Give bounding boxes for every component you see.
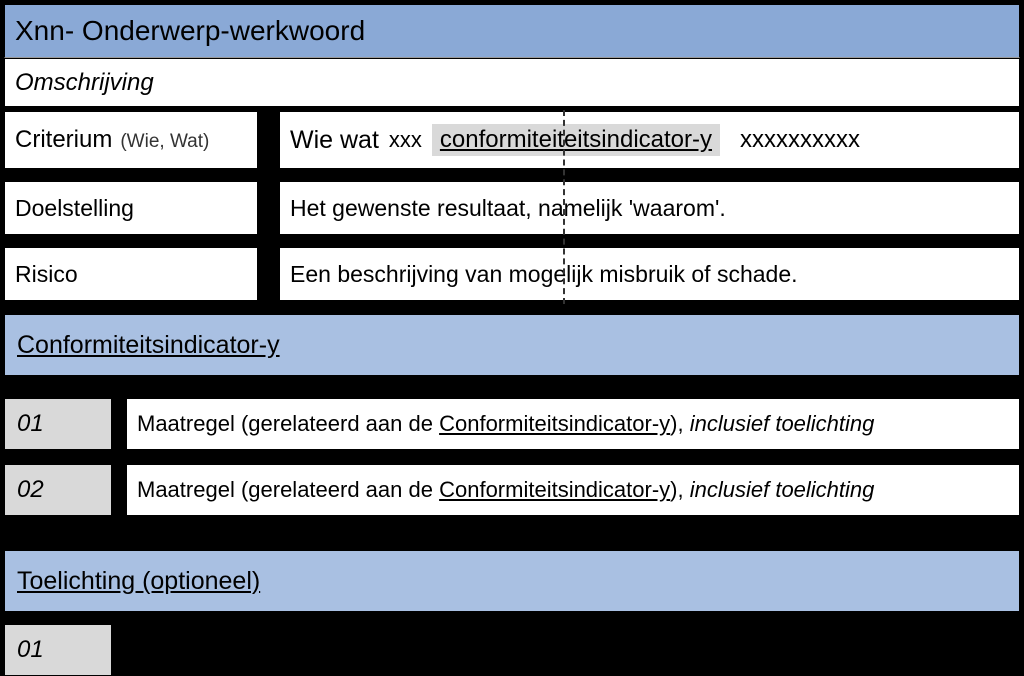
- doelstelling-value: Het gewenste resultaat, namelijk 'waarom…: [290, 195, 726, 222]
- criterium-after: xxxxxxxxxx: [740, 126, 860, 154]
- measure-02-link: Conformiteitsindicator-y: [439, 477, 670, 502]
- measure-02-num-text: 02: [17, 476, 44, 504]
- measure-01-num: 01: [4, 398, 112, 450]
- doelstelling-value-cell: Het gewenste resultaat, namelijk 'waarom…: [279, 181, 1020, 235]
- measure-01-link: Conformiteitsindicator-y: [439, 411, 670, 436]
- measure-02-italic: inclusief toelichting: [690, 477, 875, 502]
- doelstelling-label: Doelstelling: [15, 195, 134, 222]
- title-bar: Xnn- Onderwerp-werkwoord: [4, 4, 1020, 58]
- toelichting-01-num-text: 01: [17, 636, 44, 664]
- measure-02-text: Maatregel (gerelateerd aan de Conformite…: [137, 477, 874, 503]
- risico-label-cell: Risico: [4, 247, 258, 301]
- indicator-heading-cell: Conformiteitsindicator-y: [4, 314, 1020, 376]
- indicator-heading: Conformiteitsindicator-y: [17, 331, 280, 360]
- criterium-xxx: xxx: [389, 127, 422, 153]
- criterium-label-cell: Criterium (Wie, Wat): [4, 111, 258, 169]
- risico-value: Een beschrijving van mogelijk misbruik o…: [290, 261, 798, 288]
- criterium-value-cell: Wie wat xxx conformiteiteitsindicator-y …: [279, 111, 1020, 169]
- measure-01-text: Maatregel (gerelateerd aan de Conformite…: [137, 411, 874, 437]
- measure-01-cell: Maatregel (gerelateerd aan de Conformite…: [126, 398, 1020, 450]
- measure-02-num: 02: [4, 464, 112, 516]
- toelichting-01-num: 01: [4, 624, 112, 676]
- measure-01-pre: Maatregel (gerelateerd aan de: [137, 411, 439, 436]
- dashed-connector: [563, 110, 565, 304]
- measure-01-italic: inclusief toelichting: [690, 411, 875, 436]
- diagram-frame: Xnn- Onderwerp-werkwoord Omschrijving Cr…: [4, 4, 1020, 671]
- criterium-highlight: conformiteiteitsindicator-y: [432, 124, 720, 156]
- measure-01-num-text: 01: [17, 410, 44, 438]
- criterium-label: Criterium: [15, 126, 112, 154]
- risico-label: Risico: [15, 261, 78, 288]
- criterium-pre: Wie wat: [290, 126, 379, 155]
- measure-02-mid: ),: [670, 477, 690, 502]
- measure-02-pre: Maatregel (gerelateerd aan de: [137, 477, 439, 502]
- criterium-sublabel: (Wie, Wat): [120, 131, 209, 153]
- omschrijving-row: Omschrijving: [4, 58, 1020, 107]
- measure-01-mid: ),: [670, 411, 690, 436]
- measure-02-cell: Maatregel (gerelateerd aan de Conformite…: [126, 464, 1020, 516]
- title-text: Xnn- Onderwerp-werkwoord: [15, 15, 365, 47]
- toelichting-heading: Toelichting (optioneel): [17, 567, 260, 596]
- doelstelling-label-cell: Doelstelling: [4, 181, 258, 235]
- toelichting-heading-cell: Toelichting (optioneel): [4, 550, 1020, 612]
- omschrijving-text: Omschrijving: [15, 69, 154, 97]
- risico-value-cell: Een beschrijving van mogelijk misbruik o…: [279, 247, 1020, 301]
